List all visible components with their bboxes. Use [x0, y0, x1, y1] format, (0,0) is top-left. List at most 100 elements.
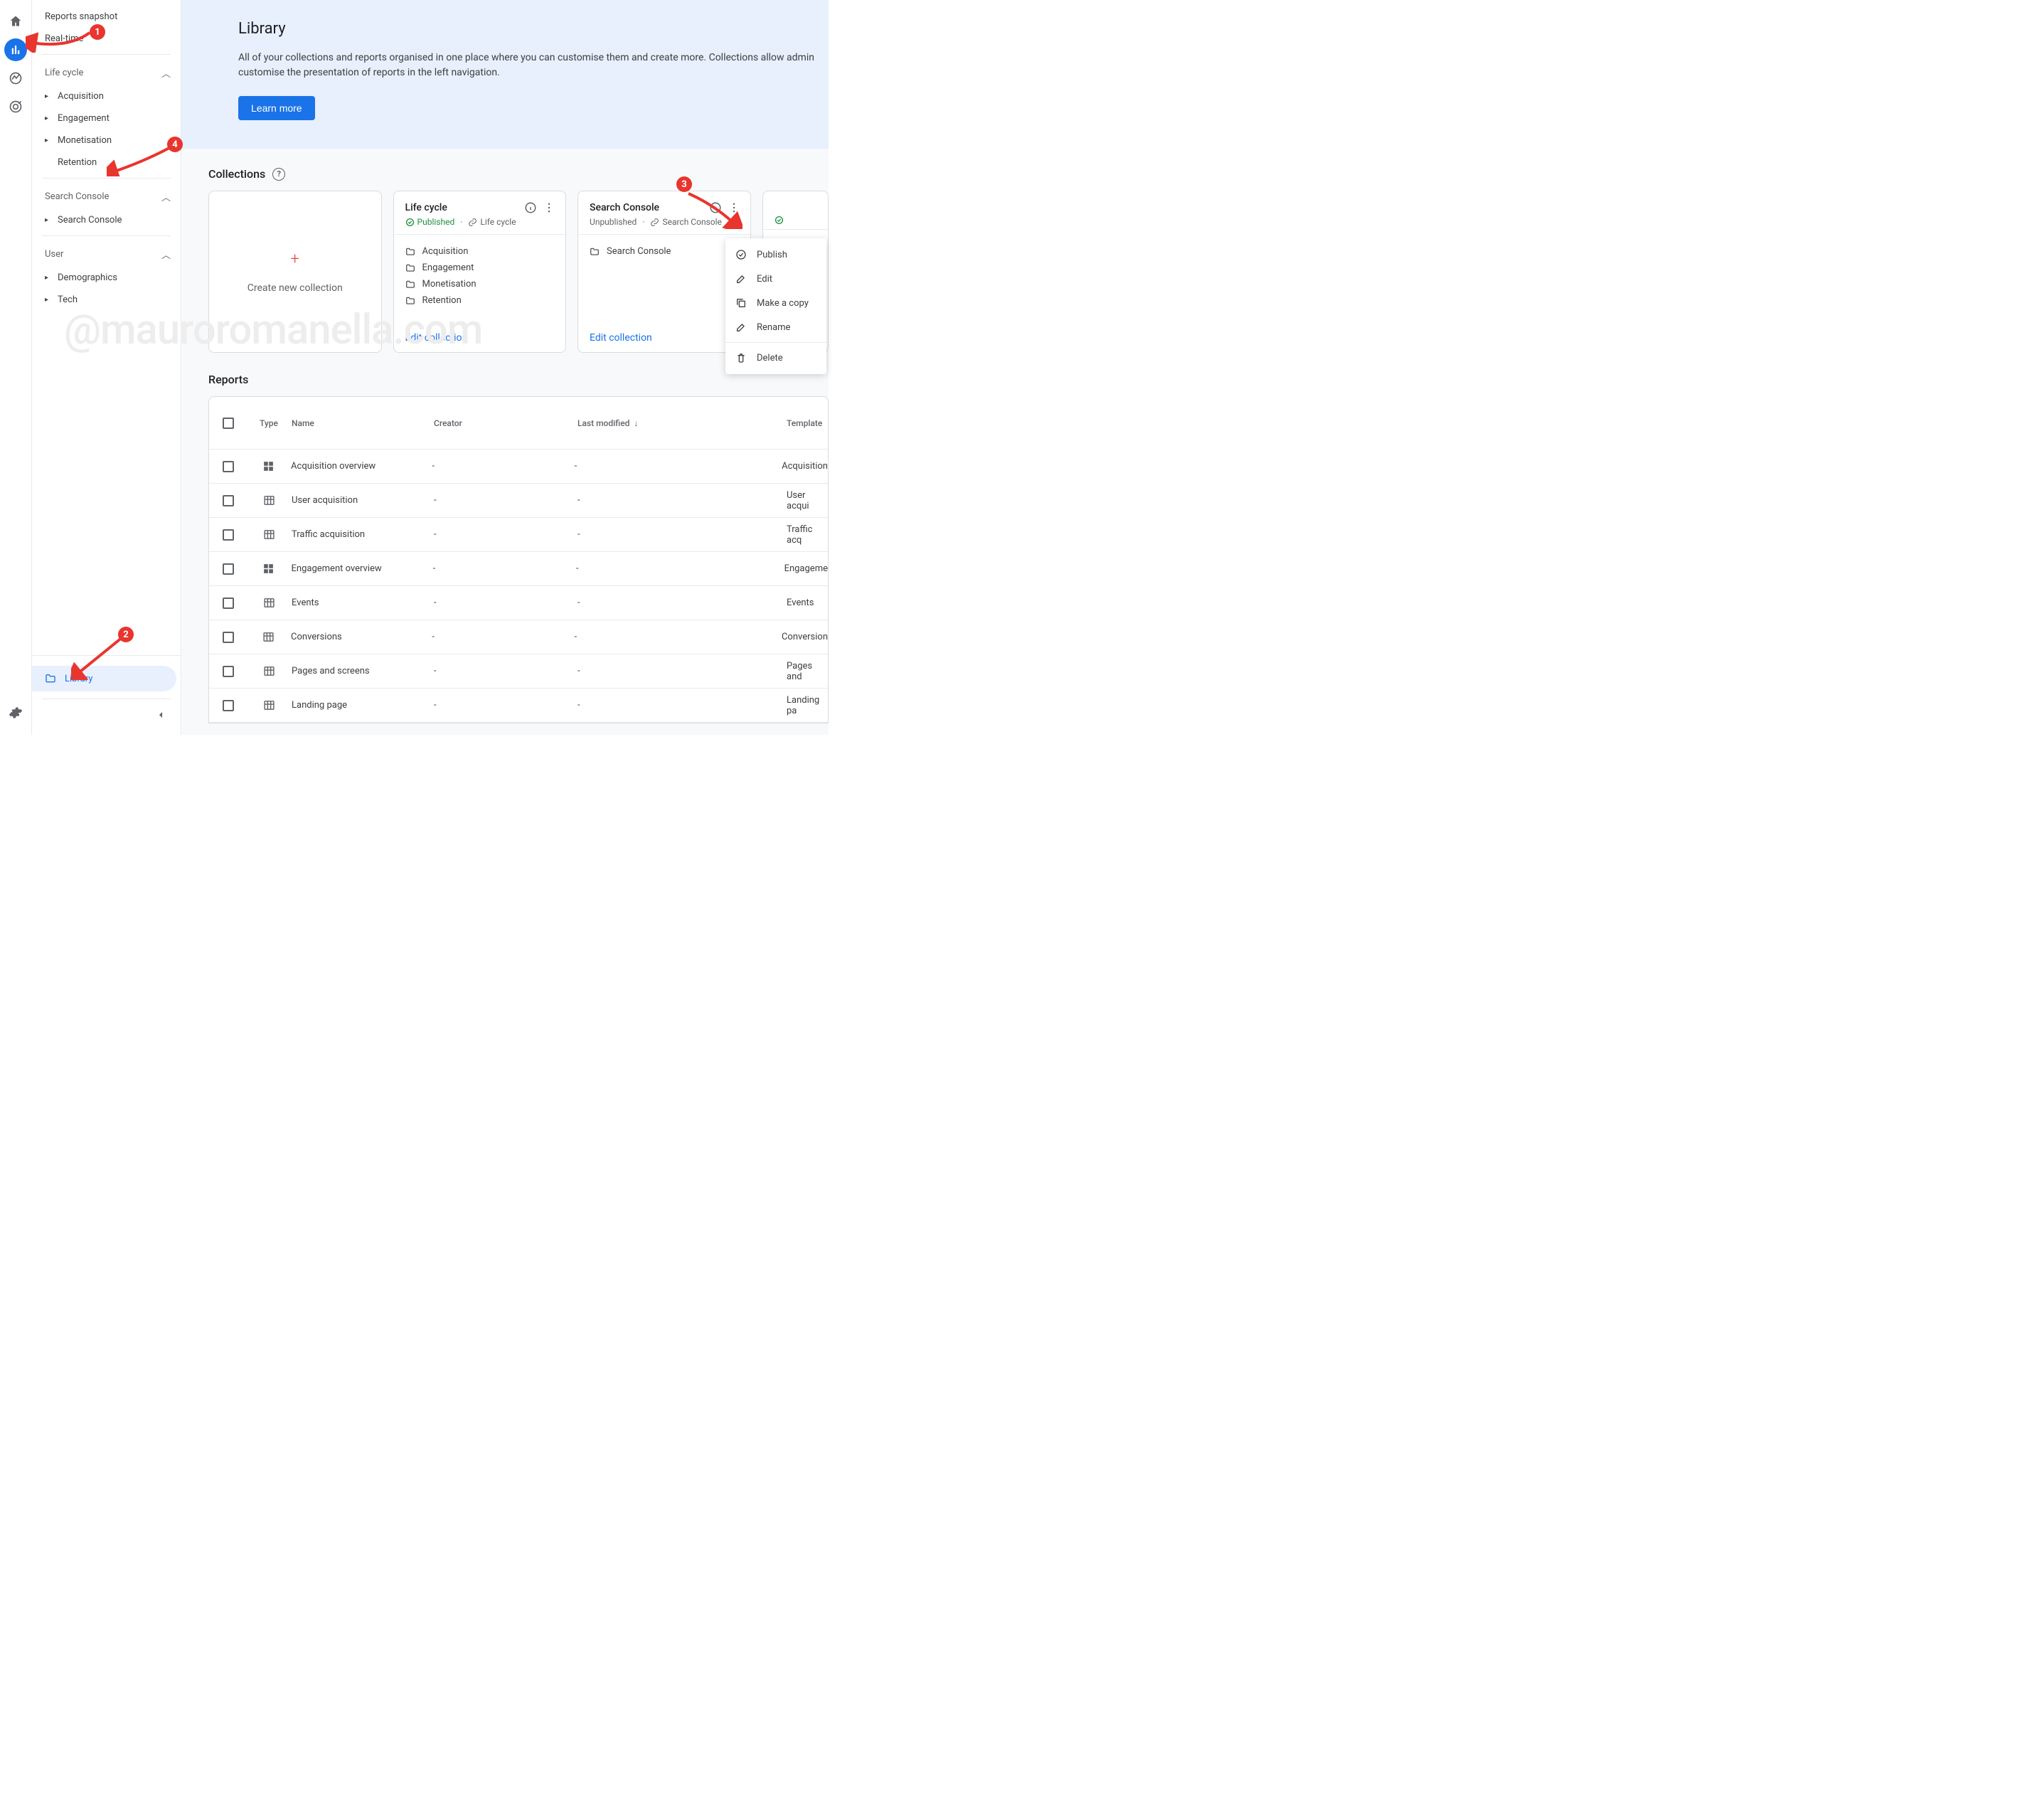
checkbox[interactable] — [223, 598, 234, 609]
info-icon[interactable] — [706, 201, 725, 214]
checkbox[interactable] — [223, 461, 234, 472]
cell-modified: - — [577, 598, 787, 608]
cell-creator: - — [434, 666, 577, 676]
checkbox[interactable] — [223, 529, 234, 541]
cell-name: Pages and screens — [290, 666, 434, 676]
nav-acquisition[interactable]: ▸Acquisition — [32, 85, 181, 107]
info-icon[interactable] — [521, 201, 540, 214]
rail-home-icon[interactable] — [4, 10, 27, 33]
cell-template: Traffic acq — [787, 524, 828, 546]
arrow-down-icon: ↓ — [634, 418, 638, 428]
nav-monetisation[interactable]: ▸Monetisation — [32, 129, 181, 152]
rail-explore-icon[interactable] — [4, 67, 27, 90]
col-creator[interactable]: Creator — [434, 418, 577, 428]
checkbox[interactable] — [223, 666, 234, 677]
nav-retention[interactable]: Retention — [32, 152, 181, 174]
type-icon — [247, 597, 290, 609]
nav-library[interactable]: Library — [32, 666, 176, 691]
nav-realtime[interactable]: Real-time — [32, 28, 181, 50]
caret-right-icon: ▸ — [45, 274, 50, 282]
cell-name: Conversions — [289, 632, 432, 642]
nav-section-search-console[interactable]: Search Console ︿ — [32, 183, 181, 209]
cell-modified: - — [577, 666, 787, 676]
cell-template: Pages and — [787, 661, 828, 682]
col-template[interactable]: Template — [787, 418, 828, 428]
nav-engagement[interactable]: ▸Engagement — [32, 107, 181, 129]
page-description: All of your collections and reports orga… — [238, 51, 829, 80]
folder-icon — [45, 673, 56, 684]
status-published — [775, 216, 784, 225]
type-icon — [247, 665, 290, 677]
type-icon — [247, 699, 290, 711]
nav-tech[interactable]: ▸Tech — [32, 289, 181, 311]
col-last-modified[interactable]: Last modified↓ — [577, 418, 787, 428]
menu-edit[interactable]: Edit — [725, 267, 826, 291]
col-name[interactable]: Name — [290, 418, 434, 428]
menu-rename[interactable]: Rename — [725, 315, 826, 339]
cell-template: Landing pa — [787, 695, 828, 716]
rail-reports-icon[interactable] — [4, 38, 27, 61]
hero: Library All of your collections and repo… — [181, 0, 829, 149]
edit-collection-link[interactable]: Edit collection — [590, 332, 652, 344]
checkbox[interactable] — [223, 700, 234, 711]
cell-modified: - — [577, 529, 787, 540]
cell-name: Landing page — [290, 700, 434, 711]
col-type[interactable]: Type — [247, 418, 290, 428]
collections-heading: Collections ? — [208, 167, 829, 181]
cell-modified: - — [577, 700, 787, 711]
divider — [42, 178, 171, 179]
rail-ads-icon[interactable] — [4, 95, 27, 118]
cell-creator: - — [434, 598, 577, 608]
type-icon — [247, 631, 289, 643]
collection-card-life-cycle: Life cycle Published · Life cycle — [393, 191, 567, 353]
rail-settings-icon[interactable] — [4, 701, 27, 724]
menu-copy[interactable]: Make a copy — [725, 291, 826, 315]
cell-creator: - — [432, 632, 574, 642]
cell-template: Engageme — [784, 563, 828, 574]
cell-creator: - — [433, 563, 576, 574]
create-collection-card[interactable]: + Create new collection — [208, 191, 382, 353]
cell-modified: - — [576, 563, 784, 574]
table-row[interactable]: Conversions--Conversion — [209, 620, 828, 654]
table-row[interactable]: Landing page--Landing pa — [209, 689, 828, 723]
card-item: Acquisition — [405, 243, 555, 260]
menu-delete[interactable]: Delete — [725, 346, 826, 370]
card-item: Search Console — [590, 243, 739, 260]
sidebar: Reports snapshot Real-time Life cycle ︿ … — [32, 0, 181, 735]
nav-search-console[interactable]: ▸Search Console — [32, 209, 181, 231]
page-title: Library — [238, 20, 829, 38]
checkbox-all[interactable] — [223, 418, 234, 429]
annotation-badge-3: 3 — [676, 176, 692, 192]
cell-modified: - — [577, 495, 787, 506]
nav-section-user[interactable]: User ︿ — [32, 240, 181, 267]
more-icon[interactable] — [540, 201, 558, 214]
nav-demographics[interactable]: ▸Demographics — [32, 267, 181, 289]
annotation-badge-1: 1 — [90, 24, 105, 40]
type-icon — [247, 494, 290, 506]
collapse-sidebar-button[interactable] — [32, 703, 181, 729]
menu-publish[interactable]: Publish — [725, 243, 826, 267]
help-icon[interactable]: ? — [272, 168, 285, 181]
status-unpublished: Unpublished — [590, 217, 637, 227]
table-row[interactable]: Engagement overview--Engageme — [209, 552, 828, 586]
table-row[interactable]: User acquisition--User acqui — [209, 484, 828, 518]
cell-name: Events — [290, 598, 434, 608]
nav-section-life-cycle[interactable]: Life cycle ︿ — [32, 59, 181, 85]
table-row[interactable]: Acquisition overview--Acquisition — [209, 450, 828, 484]
checkbox[interactable] — [223, 632, 234, 643]
edit-collection-link[interactable]: Edit collection — [405, 332, 468, 344]
status-published: Published — [405, 217, 455, 227]
more-icon[interactable] — [725, 201, 743, 214]
checkbox[interactable] — [223, 495, 234, 506]
checkbox[interactable] — [223, 563, 234, 575]
learn-more-button[interactable]: Learn more — [238, 96, 315, 120]
table-row[interactable]: Traffic acquisition--Traffic acq — [209, 518, 828, 552]
table-row[interactable]: Pages and screens--Pages and — [209, 654, 828, 689]
card-item: Engagement — [405, 260, 555, 276]
divider — [42, 235, 171, 236]
table-row[interactable]: Events--Events — [209, 586, 828, 620]
nav-reports-snapshot[interactable]: Reports snapshot — [32, 6, 181, 28]
cell-name: Acquisition overview — [289, 461, 432, 472]
annotation-badge-4: 4 — [167, 137, 183, 152]
cell-template: Acquisition — [782, 461, 828, 472]
